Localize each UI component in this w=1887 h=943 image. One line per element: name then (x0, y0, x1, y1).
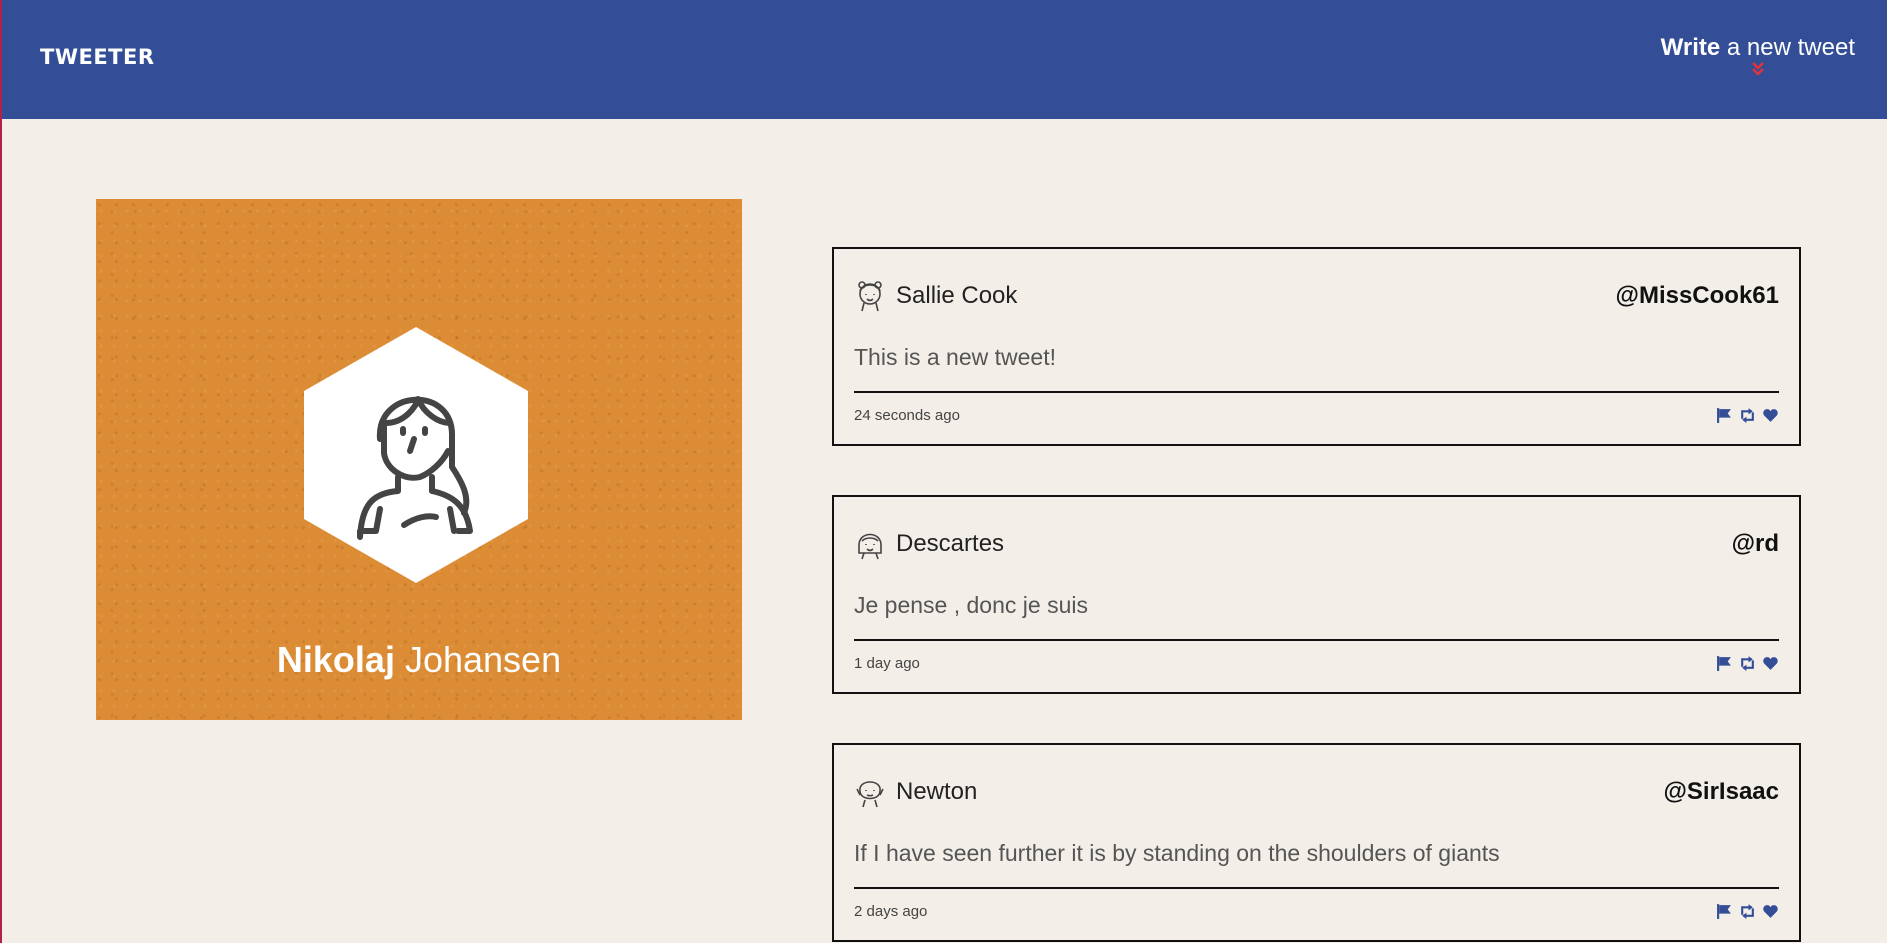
tweet-divider (854, 391, 1779, 393)
tweet-author-handle: @rd (1731, 530, 1779, 557)
flag-icon[interactable] (1716, 407, 1733, 424)
tweet-header: Newton @SirIsaac (854, 775, 1779, 809)
tweet-footer: 1 day ago (854, 655, 1779, 675)
tweet-text: This is a new tweet! (854, 344, 1056, 370)
chevron-double-down-icon (1751, 62, 1764, 76)
tweet-author-handle: @MissCook61 (1615, 282, 1779, 309)
tweet-text: Je pense , donc je suis (854, 592, 1088, 618)
heart-icon[interactable] (1762, 903, 1779, 920)
tweet-actions (1716, 655, 1779, 672)
heart-icon[interactable] (1762, 407, 1779, 424)
tweet-text: If I have seen further it is by standing… (854, 840, 1500, 866)
tweet-header: Descartes @rd (854, 527, 1779, 561)
tweet-divider (854, 639, 1779, 641)
tweet-card: Descartes @rd Je pense , donc je suis 1 … (832, 495, 1801, 694)
tweet-card: Sallie Cook @MissCook61 This is a new tw… (832, 247, 1801, 446)
tweet-timestamp: 24 seconds ago (854, 407, 960, 424)
retweet-icon[interactable] (1739, 407, 1756, 424)
tweet-header: Sallie Cook @MissCook61 (854, 279, 1779, 313)
user-avatar-icon (858, 281, 882, 312)
user-avatar-icon (858, 533, 882, 560)
tweet-footer: 2 days ago (854, 903, 1779, 923)
tweet-author-name: Sallie Cook (896, 282, 1018, 309)
tweet-footer: 24 seconds ago (854, 407, 1779, 427)
profile-avatar (304, 327, 528, 583)
heart-icon[interactable] (1762, 655, 1779, 672)
tweet-author-name: Descartes (896, 530, 1005, 557)
tweet-actions (1716, 903, 1779, 920)
tweet-timestamp: 2 days ago (854, 903, 928, 920)
retweet-icon[interactable] (1739, 655, 1756, 672)
compose-label: Write a new tweet (1660, 34, 1855, 61)
user-avatar-icon (856, 781, 884, 808)
tweet-author-name: Newton (896, 778, 978, 805)
tweet-divider (854, 887, 1779, 889)
retweet-icon[interactable] (1739, 903, 1756, 920)
flag-icon[interactable] (1716, 655, 1733, 672)
write-tweet-toggle[interactable]: Write a new tweet (1661, 34, 1855, 78)
tweet-timestamp: 1 day ago (854, 655, 920, 672)
flag-icon[interactable] (1716, 903, 1733, 920)
top-nav: TWEETER Write a new tweet (2, 0, 1887, 119)
tweet-author-handle: @SirIsaac (1663, 778, 1779, 805)
left-edge-accent (0, 0, 2, 943)
profile-name: Nikolaj Johansen (276, 639, 562, 680)
tweet-actions (1716, 407, 1779, 424)
tweet-card: Newton @SirIsaac If I have seen further … (832, 743, 1801, 942)
app-logo[interactable]: TWEETER (40, 45, 155, 69)
profile-card: Nikolaj Johansen (96, 199, 742, 720)
